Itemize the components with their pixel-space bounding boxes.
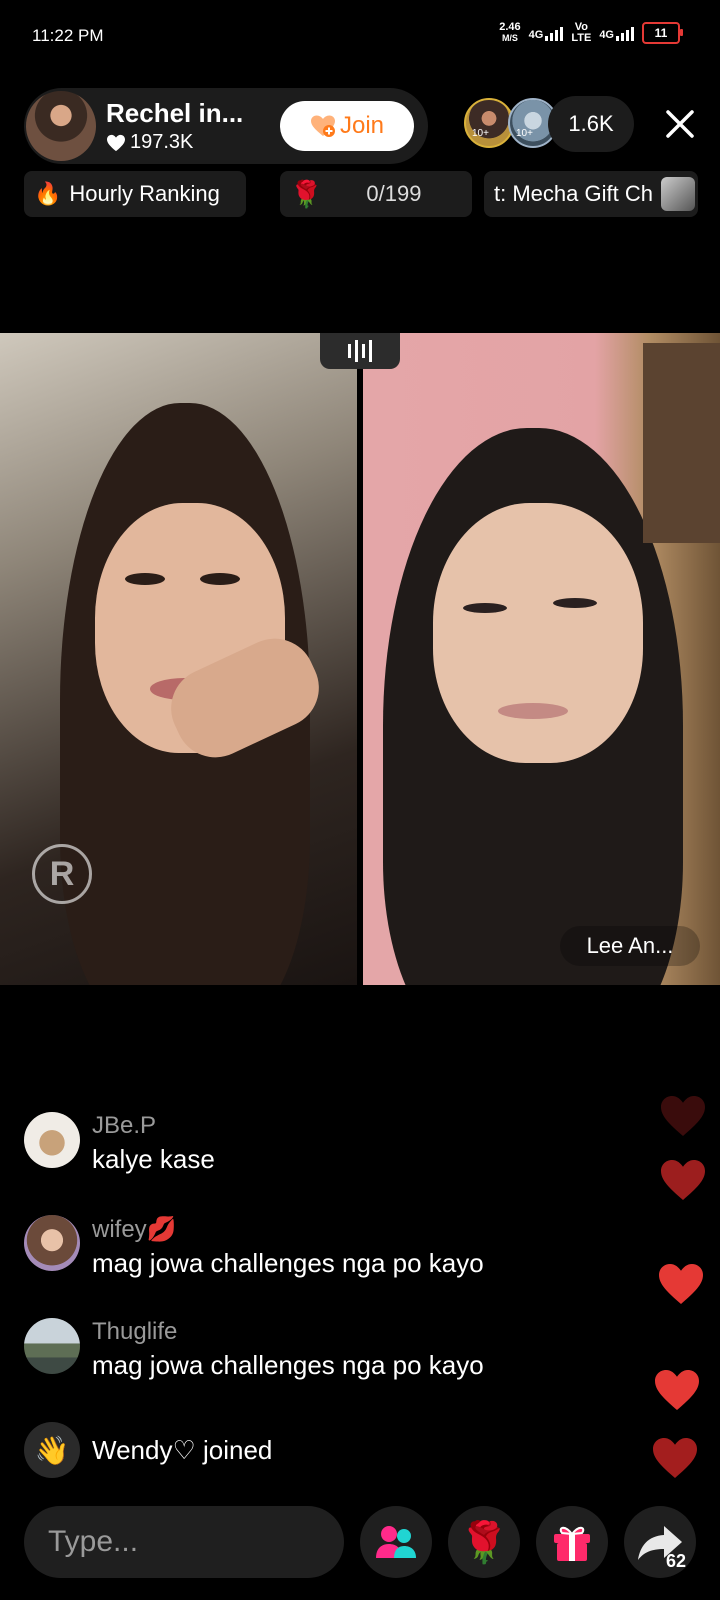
heart-icon — [107, 134, 125, 151]
join-heart-icon — [310, 115, 335, 137]
gift-challenge-label: t: Mecha Gift Ch — [494, 181, 653, 206]
joined-username[interactable]: Wendy♡ — [92, 1435, 196, 1465]
signal-icon-2 — [616, 25, 634, 41]
people-icon — [376, 1526, 416, 1558]
join-notice-text: Wendy♡ joined — [92, 1435, 272, 1466]
signal-icon — [545, 25, 564, 41]
multi-guest-button[interactable] — [360, 1506, 432, 1578]
share-count: 62 — [665, 1551, 686, 1571]
host-avatar[interactable] — [26, 91, 96, 161]
gift-icon — [554, 1526, 590, 1561]
chat-message[interactable]: Thuglife mag jowa challenges nga po kayo — [24, 1318, 484, 1381]
chat-message[interactable]: wifey💋 mag jowa challenges nga po kayo — [24, 1215, 484, 1279]
split-toggle-button[interactable] — [320, 333, 400, 369]
battery-level: 11 — [654, 26, 668, 40]
viewer-badge-1: 10+ — [472, 128, 489, 139]
viewer-count[interactable]: 1.6K — [548, 96, 634, 152]
join-notice: 👋 Wendy♡ joined — [24, 1422, 272, 1478]
likes-count: 197.3K — [130, 131, 194, 153]
host-name: Rechel in... — [106, 98, 244, 128]
floating-heart-icon — [653, 1438, 697, 1478]
chat-avatar[interactable] — [24, 1215, 80, 1271]
rose-icon: 🌹 — [459, 1520, 509, 1565]
rose-gift-button[interactable]: 🌹 — [448, 1506, 520, 1578]
host-likes: 197.3K — [106, 131, 272, 154]
chat-avatar[interactable] — [24, 1318, 80, 1374]
wave-hand-icon: 👋 — [24, 1422, 80, 1478]
flame-icon: 🔥 — [34, 181, 62, 206]
chat-avatar[interactable] — [24, 1112, 80, 1168]
mecha-gift-icon — [660, 177, 695, 211]
join-label: Join — [339, 112, 385, 139]
joined-action: joined — [203, 1434, 273, 1465]
join-button[interactable]: Join — [280, 101, 414, 151]
status-icons: 2.46 M/S 4G Vo LTE 4G 11 — [499, 21, 683, 44]
chat-text: kalye kase — [92, 1144, 215, 1174]
viewer-avatar-1[interactable] — [464, 98, 514, 148]
floating-heart-icon — [661, 1096, 705, 1136]
chat-username[interactable]: Thuglife — [92, 1318, 484, 1346]
viewer-badge-2: 10+ — [516, 128, 533, 139]
chat-text: mag jowa challenges nga po kayo — [92, 1248, 484, 1278]
host-details: Rechel in... 197.3K — [106, 98, 272, 154]
host-info-pill[interactable]: Rechel in... 197.3K Join — [24, 88, 428, 164]
floating-heart-icon — [655, 1370, 699, 1410]
chat-text: mag jowa challenges nga po kayo — [92, 1350, 484, 1380]
net-speed: 2.46 M/S — [499, 21, 521, 44]
hourly-ranking-chip[interactable]: 🔥 Hourly Ranking — [24, 171, 246, 217]
net-type-1: 4G — [529, 25, 564, 41]
gift-challenge-chip[interactable]: t: Mecha Gift Ch — [484, 171, 698, 217]
gift-button[interactable] — [536, 1506, 608, 1578]
watermark-r: R — [32, 844, 92, 904]
split-divider — [357, 333, 363, 985]
floating-heart-icon — [661, 1160, 705, 1200]
comment-input[interactable]: Type... — [24, 1506, 344, 1578]
guest-name-label[interactable]: Lee An... — [560, 926, 700, 966]
rose-icon: 🌹 — [290, 178, 323, 209]
chat-username[interactable]: JBe.P — [92, 1112, 215, 1140]
net-type-2: 4G — [599, 25, 634, 41]
close-icon — [666, 110, 694, 138]
rose-goal-chip[interactable]: 🌹 0/199 — [280, 171, 472, 217]
ranking-label: Hourly Ranking — [69, 181, 220, 206]
chat-message[interactable]: JBe.P kalye kase — [24, 1112, 215, 1175]
chat-username[interactable]: wifey💋 — [92, 1215, 484, 1244]
battery-icon: 11 — [642, 22, 683, 44]
close-button[interactable] — [660, 100, 700, 148]
status-time: 11:22 PM — [32, 26, 104, 45]
rose-goal-value: 0/199 — [366, 181, 422, 206]
floating-heart-icon — [659, 1264, 703, 1304]
guest-video-panel[interactable] — [363, 333, 720, 985]
share-button[interactable]: 62 — [624, 1506, 696, 1578]
volte-icon: Vo LTE — [571, 21, 592, 44]
